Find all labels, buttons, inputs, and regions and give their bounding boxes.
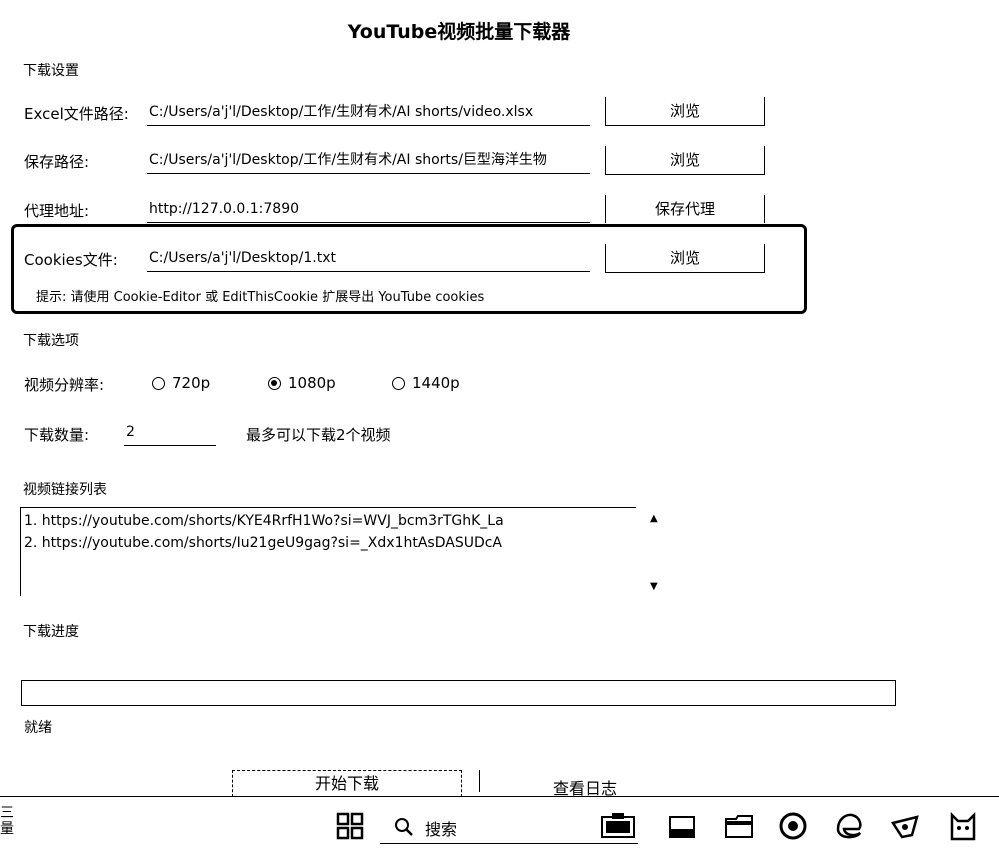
window-title: YouTube视频批量下载器 bbox=[347, 21, 571, 43]
proxy-input[interactable]: http://127.0.0.1:7890 bbox=[147, 196, 590, 223]
link-item: 1. https://youtube.com/shorts/KYE4RrfH1W… bbox=[24, 513, 504, 529]
browser-icon[interactable] bbox=[778, 811, 807, 840]
radio-1440p-label: 1440p bbox=[412, 374, 460, 392]
settings-section-title: 下载设置 bbox=[23, 63, 79, 79]
radio-1080p[interactable]: 1080p bbox=[268, 374, 348, 393]
radio-circle-icon bbox=[152, 377, 165, 390]
proxy-label: 代理地址: bbox=[24, 202, 90, 220]
radio-720p-label: 720p bbox=[172, 374, 211, 392]
save-path-label: 保存路径: bbox=[24, 153, 90, 171]
progress-bar bbox=[21, 680, 896, 706]
excel-browse-button[interactable]: 浏览 bbox=[605, 97, 765, 126]
options-section-title: 下载选项 bbox=[23, 333, 79, 349]
links-textarea[interactable]: 1. https://youtube.com/shorts/KYE4RrfH1W… bbox=[20, 507, 636, 596]
count-input[interactable]: 2 bbox=[124, 419, 216, 446]
terminal-icon[interactable] bbox=[668, 813, 696, 841]
links-section-title: 视频链接列表 bbox=[23, 482, 107, 498]
link-item: 2. https://youtube.com/shorts/Iu21geU9ga… bbox=[24, 535, 503, 551]
progress-section-title: 下载进度 bbox=[23, 624, 79, 640]
radio-1080p-label: 1080p bbox=[288, 374, 336, 392]
start-download-button[interactable]: 开始下载 bbox=[232, 770, 462, 797]
count-note: 最多可以下载2个视频 bbox=[246, 426, 391, 444]
cookies-label: Cookies文件: bbox=[24, 251, 118, 269]
search-label: 搜索 bbox=[425, 820, 458, 839]
taskbar: 三 量 搜索 bbox=[0, 796, 999, 856]
divider bbox=[479, 770, 480, 792]
radio-1440p[interactable]: 1440p bbox=[392, 374, 472, 393]
search-icon bbox=[395, 818, 413, 836]
count-label: 下载数量: bbox=[24, 426, 90, 444]
folder-icon[interactable] bbox=[724, 811, 753, 839]
cat-app-icon[interactable] bbox=[948, 809, 976, 841]
save-proxy-button[interactable]: 保存代理 bbox=[605, 195, 765, 223]
resolution-label: 视频分辨率: bbox=[24, 376, 105, 394]
chat-app-icon[interactable] bbox=[890, 811, 919, 839]
radio-720p[interactable]: 720p bbox=[152, 374, 227, 393]
cookies-browse-button[interactable]: 浏览 bbox=[605, 244, 765, 273]
scroll-down-icon[interactable]: ▼ bbox=[650, 581, 658, 592]
save-path-input[interactable]: C:/Users/a'j'l/Desktop/工作/生财有术/AI shorts… bbox=[147, 147, 590, 174]
scroll-up-icon[interactable]: ▲ bbox=[650, 513, 658, 524]
excel-path-label: Excel文件路径: bbox=[24, 105, 129, 123]
widget-icon[interactable] bbox=[600, 811, 635, 839]
status-text: 就绪 bbox=[24, 720, 52, 736]
taskbar-left-widget[interactable]: 三 量 bbox=[0, 805, 14, 837]
radio-circle-icon bbox=[392, 377, 405, 390]
start-icon[interactable] bbox=[336, 812, 364, 840]
cookies-hint: 提示: 请使用 Cookie-Editor 或 EditThisCookie 扩… bbox=[36, 290, 485, 305]
save-browse-button[interactable]: 浏览 bbox=[605, 146, 765, 175]
excel-path-input[interactable]: C:/Users/a'j'l/Desktop/工作/生财有术/AI shorts… bbox=[147, 99, 590, 126]
radio-selected-icon bbox=[268, 377, 281, 390]
cookies-input[interactable]: C:/Users/a'j'l/Desktop/1.txt bbox=[147, 245, 590, 272]
edge-icon[interactable] bbox=[834, 811, 862, 839]
